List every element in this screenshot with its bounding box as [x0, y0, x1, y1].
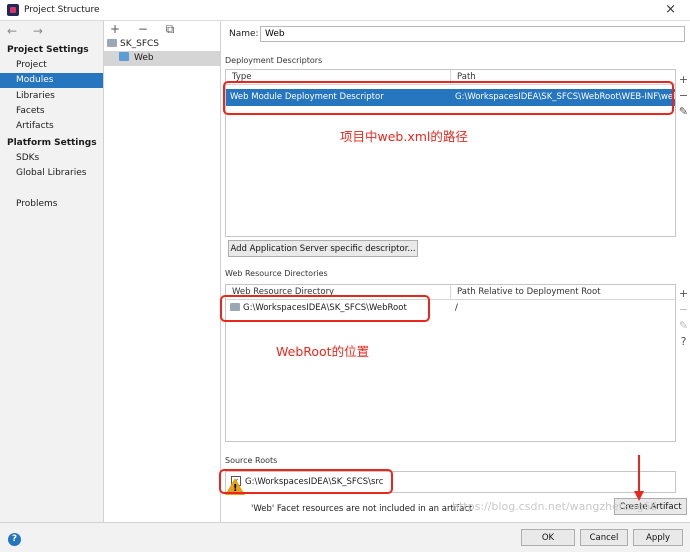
module-folder-icon [107, 39, 117, 47]
edit-icon[interactable]: ✎ [677, 318, 690, 334]
tree-item-label: Web [134, 53, 154, 63]
ok-button[interactable]: OK [521, 529, 575, 546]
title-bar: Project Structure × [0, 0, 690, 21]
annotation-webroot-location: WebRoot的位置 [276, 344, 370, 359]
annotation-box-source-root [219, 469, 393, 494]
warning-text: 'Web' Facet resources are not included i… [251, 504, 473, 514]
web-facet-icon [119, 52, 129, 61]
nav-item-project[interactable]: Project [0, 58, 103, 73]
nav-group-project-settings: Project Settings [7, 45, 89, 55]
remove-icon[interactable]: − [677, 88, 690, 104]
annotation-box-webxml [223, 81, 674, 115]
help-icon[interactable]: ? [8, 533, 21, 546]
nav-item-libraries[interactable]: Libraries [0, 89, 103, 104]
tree-toolbar-icons[interactable]: + − ⧉ [110, 22, 181, 37]
add-server-descriptor-button[interactable]: Add Application Server specific descript… [228, 240, 418, 257]
resources-side-toolbar: + − ✎ ? [677, 286, 690, 350]
dialog-footer: ? OK Cancel Apply [0, 522, 690, 552]
edit-icon[interactable]: ✎ [677, 104, 690, 120]
watermark: https://blog.csdn.net/wangzhefang66 [452, 500, 658, 513]
nav-item-artifacts[interactable]: Artifacts [0, 119, 103, 134]
cancel-button[interactable]: Cancel [580, 529, 628, 546]
add-icon[interactable]: + [677, 72, 690, 88]
add-icon[interactable]: + [677, 286, 690, 302]
close-icon[interactable]: × [665, 2, 676, 17]
annotation-webxml-path: 项目中web.xml的路径 [340, 129, 468, 144]
nav-item-sdks[interactable]: SDKs [0, 151, 103, 166]
window-title: Project Structure [24, 5, 100, 15]
annotation-arrow-shaft [638, 455, 640, 495]
nav-item-facets[interactable]: Facets [0, 104, 103, 119]
intellij-app-icon [7, 4, 19, 16]
tree-item-sk-sfcs[interactable]: SK_SFCS [106, 37, 220, 52]
annotation-box-webroot [220, 295, 430, 322]
apply-button[interactable]: Apply [633, 529, 683, 546]
name-field[interactable] [260, 26, 685, 42]
back-forward-arrows-icon[interactable]: ← → [7, 24, 49, 38]
tree-item-web[interactable]: Web [104, 51, 220, 66]
column-header-relative-path[interactable]: Path Relative to Deployment Root [451, 285, 675, 300]
deployment-side-toolbar: + − ✎ [677, 72, 690, 120]
nav-item-modules[interactable]: Modules [0, 73, 103, 88]
module-tree: + − ⧉ SK_SFCS Web [104, 21, 221, 522]
section-deployment-descriptors: Deployment Descriptors [225, 56, 323, 65]
name-label: Name: [229, 29, 259, 39]
section-source-roots: Source Roots [225, 456, 278, 465]
settings-nav: ← → Project Settings Project Modules Lib… [0, 21, 104, 522]
remove-icon[interactable]: − [677, 302, 690, 318]
nav-item-global-libraries[interactable]: Global Libraries [0, 166, 103, 181]
tree-item-label: SK_SFCS [120, 39, 160, 49]
relative-path-cell: / [455, 303, 458, 313]
nav-item-problems[interactable]: Problems [0, 197, 103, 212]
help-icon[interactable]: ? [677, 334, 690, 350]
nav-group-platform-settings: Platform Settings [7, 138, 97, 148]
section-web-resource-directories: Web Resource Directories [225, 269, 328, 278]
